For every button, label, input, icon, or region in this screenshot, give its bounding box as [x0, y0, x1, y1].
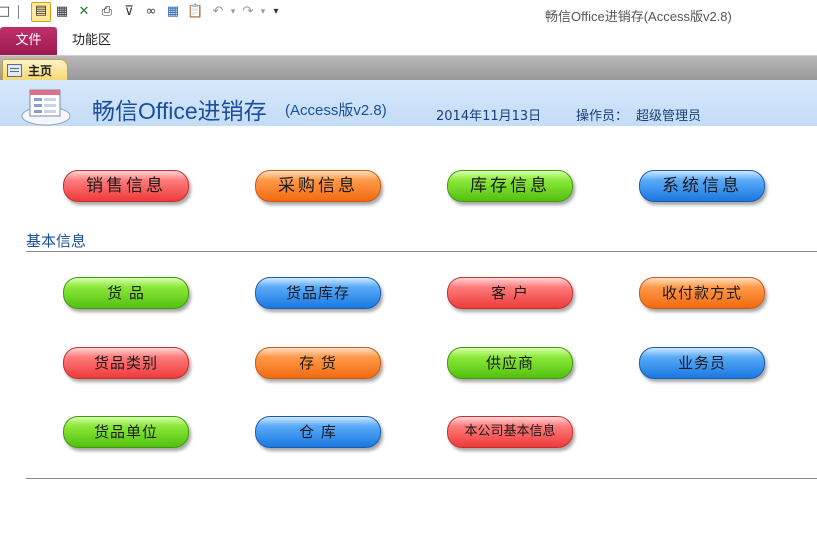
app-title: 畅信Office进销存: [92, 98, 267, 124]
bottom-divider: [26, 478, 817, 479]
form-logo-icon: [21, 89, 71, 126]
undo-icon[interactable]: ↶: [210, 4, 226, 20]
current-date: 2014年11月13日: [436, 109, 542, 124]
operator-name: 超级管理员: [636, 109, 702, 124]
tab-file[interactable]: 文件: [0, 27, 57, 55]
tab-ribbon[interactable]: 功能区: [72, 27, 111, 55]
goods-unit-button[interactable]: 货品单位: [63, 416, 189, 448]
window-icon[interactable]: □: [0, 4, 12, 20]
header-banner: 畅信Office进销存 (Access版v2.8) 2014年11月13日 操作…: [0, 80, 817, 126]
goods-stock-button[interactable]: 货品库存: [255, 277, 381, 309]
tab-home[interactable]: 主页: [2, 59, 68, 81]
print-icon[interactable]: ⎙: [99, 4, 115, 20]
section-divider: [26, 251, 817, 252]
binoculars-icon[interactable]: ∞: [143, 4, 159, 20]
form-icon: [7, 64, 22, 77]
inventory-info-button[interactable]: 库存信息: [447, 170, 573, 202]
grid-icon[interactable]: ▦: [165, 4, 181, 20]
salesperson-button[interactable]: 业务员: [639, 347, 765, 379]
purchase-info-button[interactable]: 采购信息: [255, 170, 381, 202]
undo-dropdown-icon[interactable]: ▾: [225, 4, 241, 20]
customize-icon[interactable]: ▾: [268, 4, 284, 20]
document-tab-strip: 主页: [0, 56, 817, 81]
system-info-button[interactable]: 系统信息: [639, 170, 765, 202]
sales-info-button[interactable]: 销售信息: [63, 170, 189, 202]
toolbar-separator: [18, 5, 19, 19]
customer-button[interactable]: 客 户: [447, 277, 573, 309]
form-view-icon[interactable]: ▤: [31, 2, 51, 22]
goods-button[interactable]: 货 品: [63, 277, 189, 309]
redo-icon[interactable]: ↷: [240, 4, 256, 20]
filter-icon[interactable]: ⊽: [121, 4, 137, 20]
warehouse-button[interactable]: 仓 库: [255, 416, 381, 448]
window-title: 畅信Office进销存(Access版v2.8): [545, 9, 732, 24]
app-version: (Access版v2.8): [285, 102, 387, 119]
excel-icon[interactable]: ✕: [76, 4, 92, 20]
payment-method-button[interactable]: 收付款方式: [639, 277, 765, 309]
section-title-basic-info: 基本信息: [26, 232, 87, 250]
ribbon-tabs: 文件 功能区: [0, 27, 817, 56]
paste-icon[interactable]: 📋: [187, 4, 203, 20]
operator-label: 操作员：: [576, 109, 629, 124]
supplier-button[interactable]: 供应商: [447, 347, 573, 379]
company-info-button[interactable]: 本公司基本信息: [447, 416, 573, 448]
table-view-icon[interactable]: ▦: [54, 4, 70, 20]
quick-access-toolbar: □ ▤ ▦ ✕ ⎙ ⊽ ∞ ▦ 📋 ↶ ▾ ↷ ▾ ▾ 畅信Office进销存(…: [0, 0, 817, 27]
stock-button[interactable]: 存 货: [255, 347, 381, 379]
tab-home-label: 主页: [28, 64, 53, 78]
goods-category-button[interactable]: 货品类别: [63, 347, 189, 379]
